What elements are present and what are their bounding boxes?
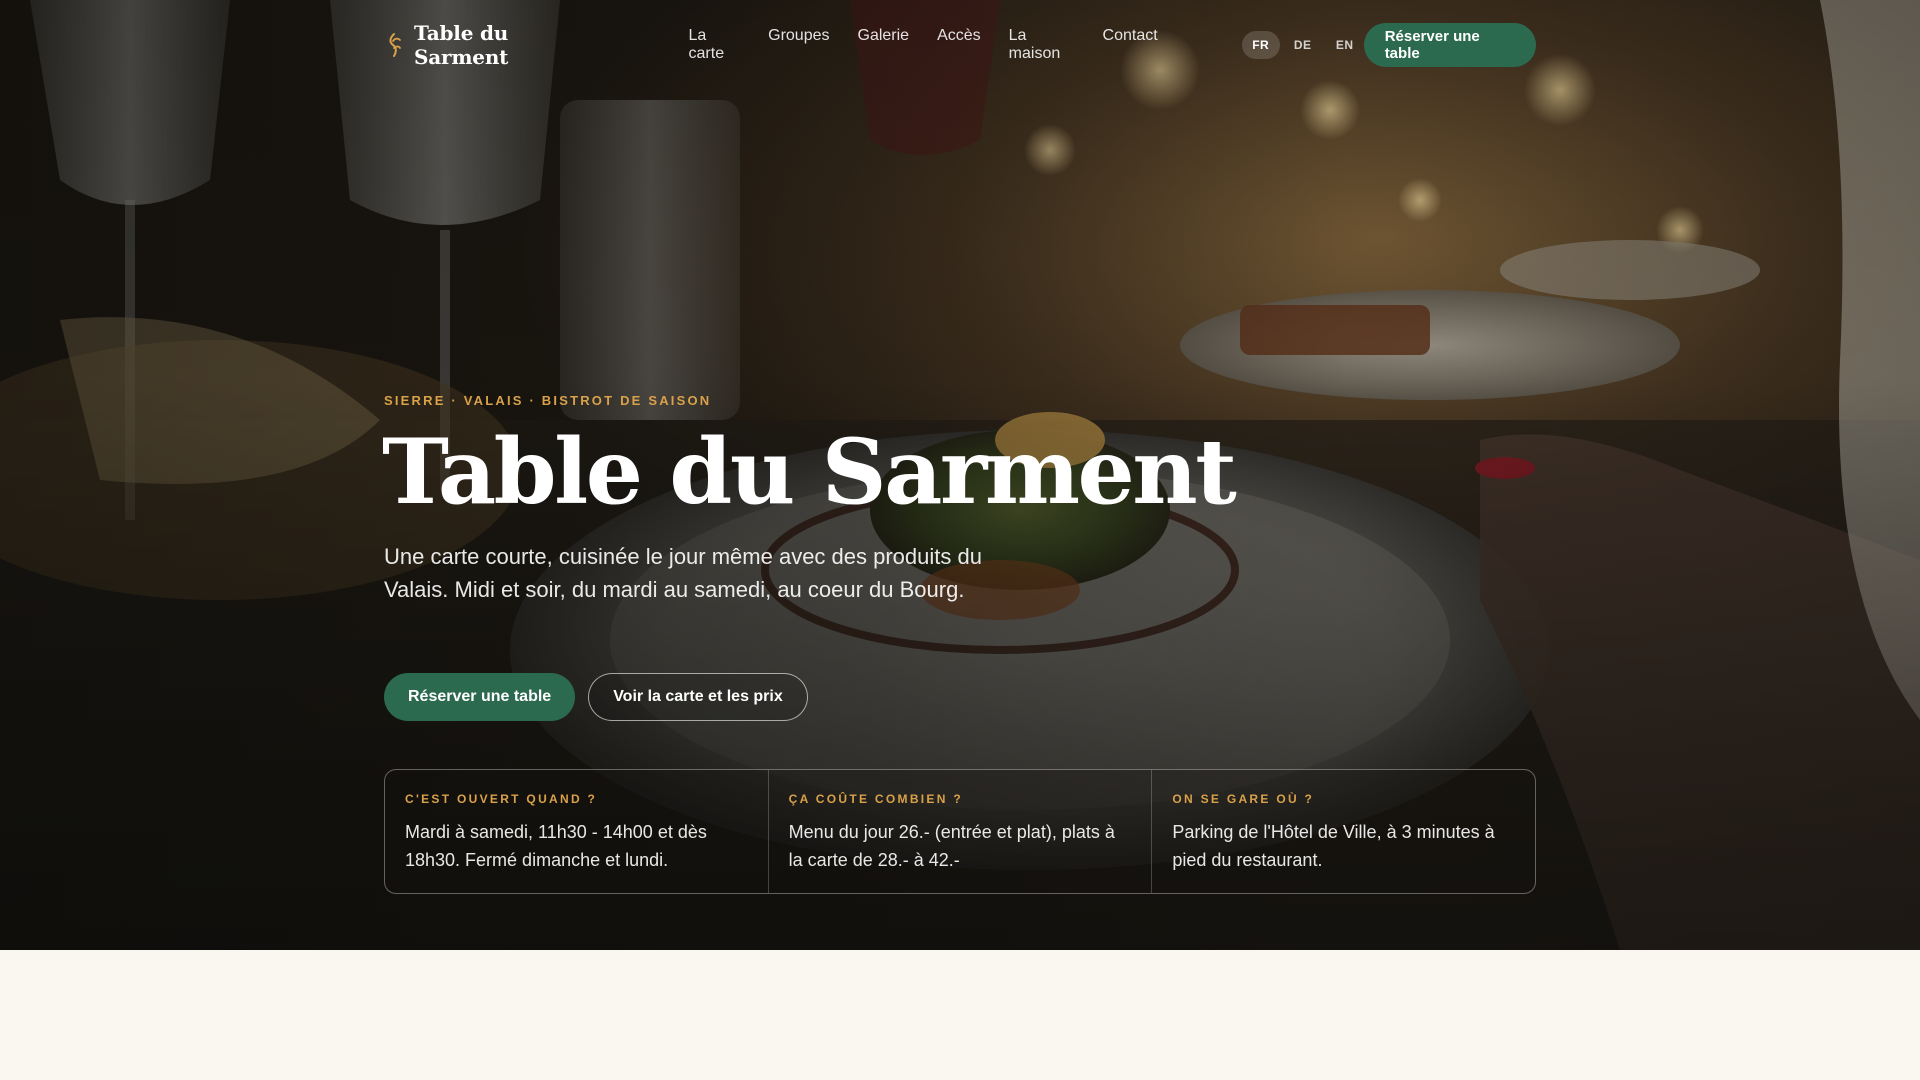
info-parking: ON SE GARE OÙ ? Parking de l'Hôtel de Vi… [1152,770,1535,893]
info-label: ON SE GARE OÙ ? [1172,792,1315,806]
info-text: Mardi à samedi, 11h30 - 14h00 et dès 18h… [405,822,707,870]
nav-item-groupes[interactable]: Groupes [768,27,829,63]
vine-leaf-icon [384,32,404,58]
hero-eyebrow: SIERRE · VALAIS · BISTROT DE SAISON [384,393,712,408]
nav-item-la-carte[interactable]: La carte [689,27,741,63]
main-nav: La carte Groupes Galerie Accès La maison… [689,27,1158,63]
nav-item-galerie[interactable]: Galerie [858,27,910,63]
info-label: C'EST OUVERT QUAND ? [405,792,598,806]
brand-logo[interactable]: Table du Sarment [384,21,603,69]
reserve-table-button[interactable]: Réserver une table [384,673,576,721]
brand-name: Table du Sarment [414,21,509,69]
view-menu-button[interactable]: Voir la carte et les prix [588,673,808,721]
info-text: Parking de l'Hôtel de Ville, à 3 minutes… [1172,822,1495,870]
lang-en[interactable]: EN [1326,31,1364,59]
below-fold-section [0,950,1920,1080]
info-label: ÇA COÛTE COMBIEN ? [788,792,963,806]
language-switcher: FR DE EN [1241,31,1364,59]
hero-title: Table du Sarment [382,419,1237,525]
hero-section: Table du Sarment La carte Groupes Galeri… [0,0,1920,950]
nav-item-la-maison[interactable]: La maison [1009,27,1075,63]
info-prices: ÇA COÛTE COMBIEN ? Menu du jour 26.- (en… [769,770,1153,893]
info-hours: C'EST OUVERT QUAND ? Mardi à samedi, 11h… [385,770,769,893]
nav-item-acces[interactable]: Accès [937,27,981,63]
hero-subtitle: Une carte courte, cuisinée le jour même … [384,544,982,602]
lang-de[interactable]: DE [1284,31,1322,59]
info-card: C'EST OUVERT QUAND ? Mardi à samedi, 11h… [384,769,1536,894]
info-text: Menu du jour 26.- (entrée et plat), plat… [788,822,1115,870]
header-reserve-button[interactable]: Réserver une table [1363,23,1536,67]
nav-item-contact[interactable]: Contact [1103,27,1158,63]
site-header: Table du Sarment La carte Groupes Galeri… [384,21,1536,69]
lang-fr[interactable]: FR [1241,31,1280,59]
hero-cta-row: Réserver une table Voir la carte et les … [384,673,808,721]
